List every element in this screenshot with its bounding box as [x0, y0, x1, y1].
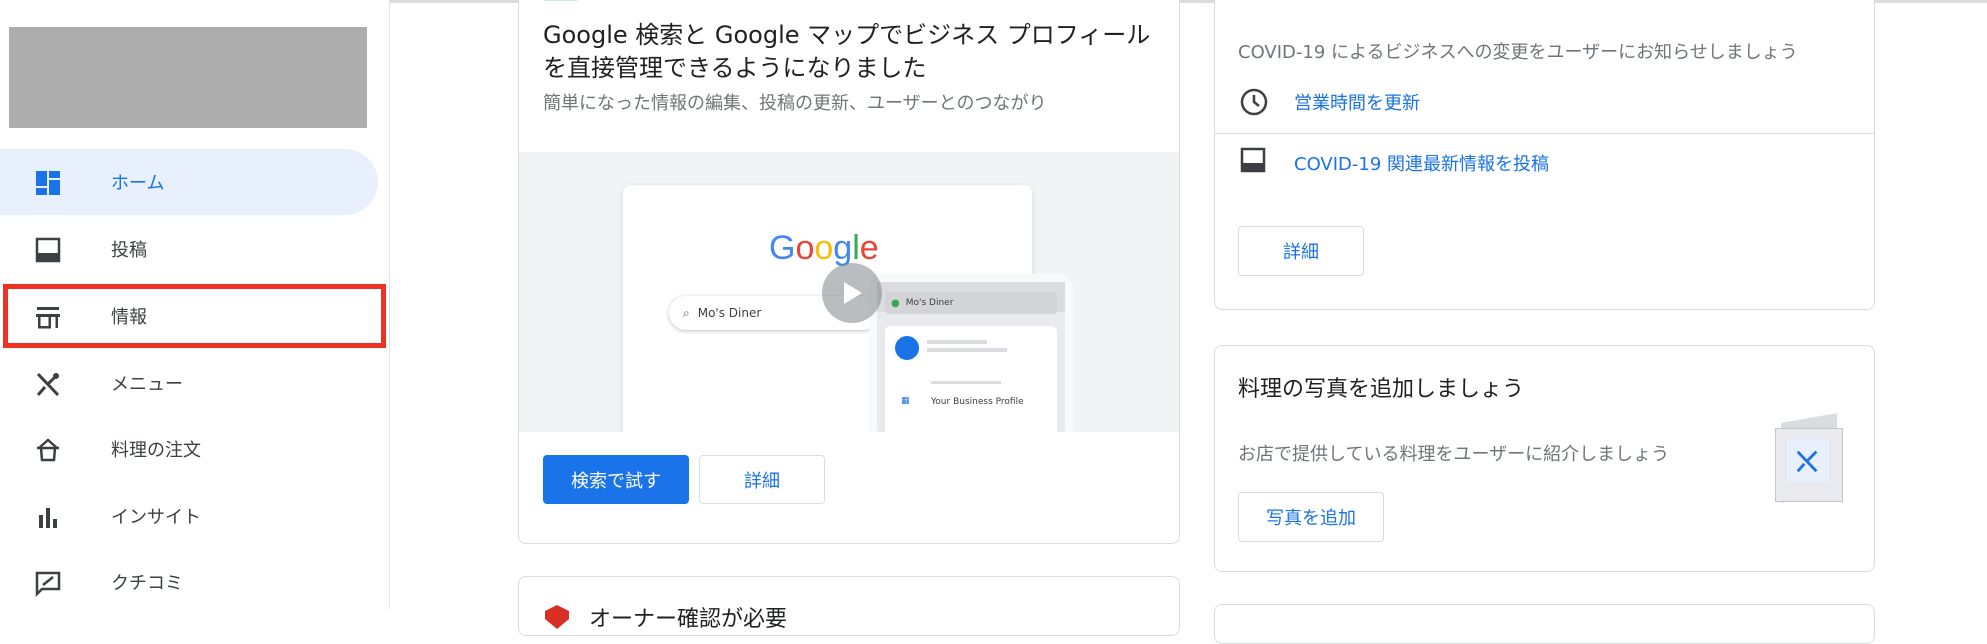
mock-search-text: Mo's Diner — [697, 306, 762, 320]
update-hours-row[interactable]: 営業時間を更新 — [1215, 69, 1874, 133]
placeholder-line — [931, 381, 1001, 384]
phone-mock: ● Mo's Diner ▦ Your Business Profile — [869, 274, 1073, 432]
mock-map-search: ● Mo's Diner — [885, 292, 1057, 314]
covid-details-button[interactable]: 詳細 — [1238, 226, 1364, 276]
sidebar-item-label: 投稿 — [111, 240, 147, 261]
try-search-button[interactable]: 検索で試す — [543, 455, 689, 504]
placeholder-line — [927, 340, 987, 344]
utensils-icon — [34, 370, 64, 398]
promo-subtitle: 簡単になった情報の編集、投稿の更新、ユーザーとのつながり — [543, 93, 1047, 114]
video-play-button[interactable] — [822, 263, 882, 323]
sidebar-item-food-order[interactable]: 料理の注文 — [0, 416, 378, 482]
sidebar-item-label: クチコミ — [111, 573, 183, 594]
food-photo-description: お店で提供している料理をユーザーに紹介しましょう — [1238, 444, 1670, 465]
photo-inner — [1787, 440, 1829, 482]
placeholder-line — [927, 348, 1007, 352]
sidebar-item-home[interactable]: ホーム — [0, 149, 378, 215]
mock-profile-text: Your Business Profile — [931, 397, 1024, 407]
mock-map-search-text: Mo's Diner — [905, 298, 954, 308]
alert-shield-icon — [545, 605, 569, 629]
partial-card — [1214, 604, 1875, 644]
food-photo-title: 料理の写真を追加しましょう — [1238, 377, 1525, 402]
google-logo: Google — [769, 229, 879, 267]
promo-details-button[interactable]: 詳細 — [699, 455, 825, 504]
post-icon — [1240, 147, 1266, 173]
update-hours-link[interactable]: 営業時間を更新 — [1294, 89, 1420, 115]
search-icon: ⌕ — [683, 305, 690, 320]
covid-post-link[interactable]: COVID-19 関連最新情報を投稿 — [1294, 150, 1549, 176]
promo-illustration: Google ⌕ Mo's Diner ● Mo's Diner ▦ Your … — [519, 152, 1179, 432]
covid-description: COVID-19 によるビジネスへの変更をユーザーにお知らせしましょう — [1238, 42, 1798, 63]
avatar — [895, 336, 919, 360]
utensils-icon — [1796, 450, 1818, 473]
promo-card: Google 検索と Google マップでビジネス プロフィールを直接管理でき… — [518, 0, 1180, 544]
sidebar-item-insights[interactable]: インサイト — [0, 483, 378, 549]
add-photo-button[interactable]: 写真を追加 — [1238, 492, 1384, 542]
sidebar-item-label: メニュー — [111, 374, 183, 395]
calendar-icon: ▦ — [901, 396, 910, 406]
clock-icon — [1240, 88, 1268, 116]
food-order-icon — [34, 436, 64, 464]
sidebar-item-posts[interactable]: 投稿 — [0, 216, 378, 282]
highlight-annotation — [3, 284, 386, 348]
sidebar-item-reviews[interactable]: クチコミ — [0, 549, 378, 615]
insights-icon — [34, 503, 64, 531]
verification-card: オーナー確認が必要 — [518, 576, 1180, 636]
post-icon — [34, 236, 64, 264]
reviews-icon — [34, 569, 64, 598]
sidebar: ホーム 投稿 情報 メニュー 料理の注文 インサイト クチコミ — [0, 0, 390, 609]
verification-title: オーナー確認が必要 — [589, 607, 788, 632]
covid-card: COVID-19 によるビジネスへの変更をユーザーにお知らせしましょう 営業時間… — [1214, 0, 1875, 310]
dashboard-icon — [34, 169, 64, 197]
business-logo-placeholder — [9, 27, 367, 128]
covid-post-row[interactable]: COVID-19 関連最新情報を投稿 — [1215, 134, 1874, 190]
sidebar-item-label: ホーム — [111, 173, 165, 194]
badge-fragment — [543, 0, 579, 1]
food-photo-illustration — [1773, 413, 1843, 503]
sidebar-item-label: 料理の注文 — [111, 440, 201, 461]
map-pin-icon: ● — [891, 297, 900, 309]
sidebar-item-label: インサイト — [111, 507, 201, 528]
food-photo-card: 料理の写真を追加しましょう お店で提供している料理をユーザーに紹介しましょう 写… — [1214, 345, 1875, 572]
mock-profile-panel: ▦ Your Business Profile — [885, 326, 1057, 432]
play-icon — [844, 282, 862, 304]
sidebar-item-menu[interactable]: メニュー — [0, 350, 378, 416]
promo-title: Google 検索と Google マップでビジネス プロフィールを直接管理でき… — [543, 21, 1151, 82]
